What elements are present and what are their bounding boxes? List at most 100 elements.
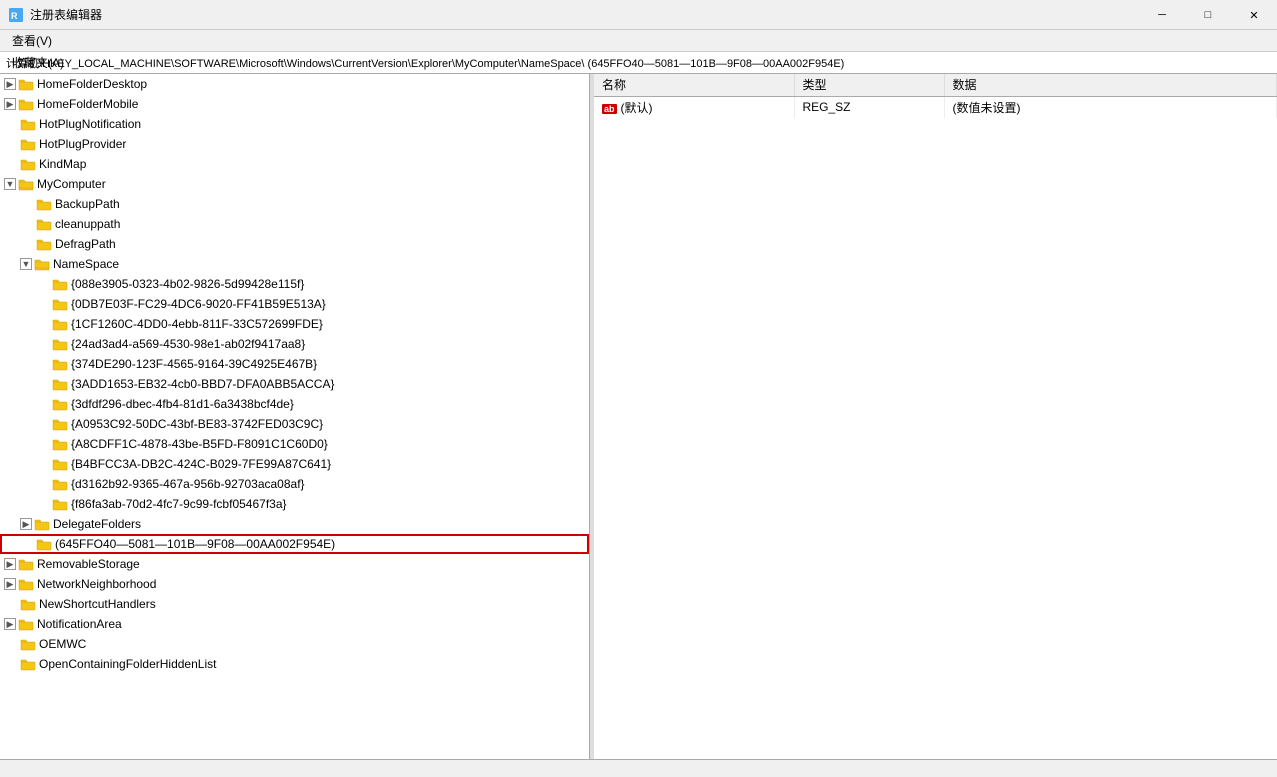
expand-btn[interactable]: ▼ xyxy=(4,178,16,190)
minimize-button[interactable]: ─ xyxy=(1139,0,1185,30)
tree-node[interactable]: KindMap xyxy=(0,154,589,174)
tree-node-label: HomeFolderDesktop xyxy=(37,77,589,91)
tree-node[interactable]: cleanuppath xyxy=(0,214,589,234)
tree-node[interactable]: {1CF1260C-4DD0-4ebb-811F-33C572699FDE} xyxy=(0,314,589,334)
maximize-button[interactable]: □ xyxy=(1185,0,1231,30)
tree-node-label: {24ad3ad4-a569-4530-98e1-ab02f9417aa8} xyxy=(71,337,589,351)
tree-node[interactable]: {3dfdf296-dbec-4fb4-81d1-6a3438bcf4de} xyxy=(0,394,589,414)
expand-btn[interactable]: ▶ xyxy=(20,518,32,530)
detail-row[interactable]: ab(默认)REG_SZ(数值未设置) xyxy=(594,96,1277,118)
expand-btn[interactable]: ▼ xyxy=(20,258,32,270)
tree-node-label: OpenContainingFolderHiddenList xyxy=(39,657,589,671)
expand-btn[interactable] xyxy=(36,376,52,392)
folder-icon xyxy=(52,417,68,431)
tree-node[interactable]: ▼NameSpace xyxy=(0,254,589,274)
tree-node[interactable]: DefragPath xyxy=(0,234,589,254)
expand-btn[interactable] xyxy=(36,276,52,292)
tree-node[interactable]: NewShortcutHandlers xyxy=(0,594,589,614)
tree-node-label: {088e3905-0323-4b02-9826-5d99428e115f} xyxy=(71,277,589,291)
tree-node-label: {d3162b92-9365-467a-956b-92703aca08af} xyxy=(71,477,589,491)
tree-panel[interactable]: ▶HomeFolderDesktop▶HomeFolderMobileHotPl… xyxy=(0,74,590,759)
folder-icon xyxy=(52,477,68,491)
tree-node[interactable]: ▶RemovableStorage xyxy=(0,554,589,574)
expand-btn[interactable] xyxy=(36,336,52,352)
folder-icon xyxy=(52,377,68,391)
tree-node-label: {B4BFCC3A-DB2C-424C-B029-7FE99A87C641} xyxy=(71,457,589,471)
expand-btn[interactable]: ▶ xyxy=(4,618,16,630)
folder-icon xyxy=(18,577,34,591)
tree-node[interactable]: ▶ HomeFolderDesktop xyxy=(0,74,589,94)
expand-btn[interactable] xyxy=(36,456,52,472)
tree-node-label: NewShortcutHandlers xyxy=(39,597,589,611)
expand-btn[interactable] xyxy=(20,536,36,552)
expand-btn[interactable] xyxy=(36,316,52,332)
expand-btn[interactable] xyxy=(4,656,20,672)
address-bar-text: 计算机\HKEY_LOCAL_MACHINE\SOFTWARE\Microsof… xyxy=(6,55,844,71)
tree-node-label: {A8CDFF1C-4878-43be-B5FD-F8091C1C60D0} xyxy=(71,437,589,451)
folder-icon xyxy=(52,497,68,511)
tree-node[interactable]: BackupPath xyxy=(0,194,589,214)
expand-btn[interactable] xyxy=(4,636,20,652)
tree-node[interactable]: {088e3905-0323-4b02-9826-5d99428e115f} xyxy=(0,274,589,294)
expand-btn[interactable] xyxy=(20,236,36,252)
tree-node[interactable]: {B4BFCC3A-DB2C-424C-B029-7FE99A87C641} xyxy=(0,454,589,474)
folder-icon xyxy=(34,517,50,531)
expand-btn[interactable]: ▶ xyxy=(4,98,16,110)
expand-btn[interactable] xyxy=(20,216,36,232)
tree-node[interactable]: {d3162b92-9365-467a-956b-92703aca08af} xyxy=(0,474,589,494)
tree-node[interactable]: {24ad3ad4-a569-4530-98e1-ab02f9417aa8} xyxy=(0,334,589,354)
folder-icon xyxy=(18,77,34,91)
expand-btn[interactable]: ▶ xyxy=(4,78,16,90)
folder-icon xyxy=(20,597,36,611)
folder-icon xyxy=(20,637,36,651)
expand-btn[interactable] xyxy=(4,156,20,172)
folder-icon xyxy=(52,397,68,411)
expand-btn[interactable]: ▶ xyxy=(4,578,16,590)
folder-icon xyxy=(52,317,68,331)
close-button[interactable]: ✕ xyxy=(1231,0,1277,30)
detail-cell-name: ab(默认) xyxy=(594,96,794,118)
col-name: 名称 xyxy=(594,74,794,96)
folder-icon xyxy=(36,217,52,231)
tree-node[interactable]: {0DB7E03F-FC29-4DC6-9020-FF41B59E513A} xyxy=(0,294,589,314)
tree-node[interactable]: {f86fa3ab-70d2-4fc7-9c99-fcbf05467f3a} xyxy=(0,494,589,514)
expand-btn[interactable] xyxy=(36,296,52,312)
tree-node[interactable]: ▶DelegateFolders xyxy=(0,514,589,534)
folder-icon xyxy=(52,297,68,311)
tree-node-label: (645FFO40—5081—101B—9F08—00AA002F954E) xyxy=(55,537,589,551)
menu-item-view[interactable]: 查看(V) xyxy=(4,30,72,52)
tree-node-label: {3dfdf296-dbec-4fb4-81d1-6a3438bcf4de} xyxy=(71,397,589,411)
tree-node[interactable]: ▶NetworkNeighborhood xyxy=(0,574,589,594)
folder-icon xyxy=(18,617,34,631)
tree-node[interactable]: ▶NotificationArea xyxy=(0,614,589,634)
tree-node[interactable]: OEMWC xyxy=(0,634,589,654)
expand-btn[interactable] xyxy=(36,416,52,432)
tree-node[interactable]: ▼MyComputer xyxy=(0,174,589,194)
tree-node[interactable]: {374DE290-123F-4565-9164-39C4925E467B} xyxy=(0,354,589,374)
tree-node[interactable]: (645FFO40—5081—101B—9F08—00AA002F954E) xyxy=(0,534,589,554)
tree-node[interactable]: {A0953C92-50DC-43bf-BE83-3742FED03C9C} xyxy=(0,414,589,434)
expand-btn[interactable] xyxy=(4,596,20,612)
tree-node[interactable]: OpenContainingFolderHiddenList xyxy=(0,654,589,674)
tree-node[interactable]: HotPlugNotification xyxy=(0,114,589,134)
expand-btn[interactable] xyxy=(4,136,20,152)
expand-btn[interactable]: ▶ xyxy=(4,558,16,570)
folder-icon xyxy=(20,137,36,151)
folder-icon xyxy=(34,257,50,271)
status-bar xyxy=(0,759,1277,777)
tree-node[interactable]: ▶HomeFolderMobile xyxy=(0,94,589,114)
tree-node[interactable]: HotPlugProvider xyxy=(0,134,589,154)
expand-btn[interactable] xyxy=(36,356,52,372)
tree-node[interactable]: {A8CDFF1C-4878-43be-B5FD-F8091C1C60D0} xyxy=(0,434,589,454)
tree-node[interactable]: {3ADD1653-EB32-4cb0-BBD7-DFA0ABB5ACCA} xyxy=(0,374,589,394)
title-bar-text: 注册表编辑器 xyxy=(30,6,102,23)
expand-btn[interactable] xyxy=(36,496,52,512)
col-data: 数据 xyxy=(944,74,1277,96)
expand-btn[interactable] xyxy=(36,476,52,492)
expand-btn[interactable] xyxy=(36,396,52,412)
regedit-icon: R xyxy=(8,7,24,23)
expand-btn[interactable] xyxy=(4,116,20,132)
expand-btn[interactable] xyxy=(36,436,52,452)
expand-btn[interactable] xyxy=(20,196,36,212)
detail-cell-data: (数值未设置) xyxy=(944,96,1277,118)
